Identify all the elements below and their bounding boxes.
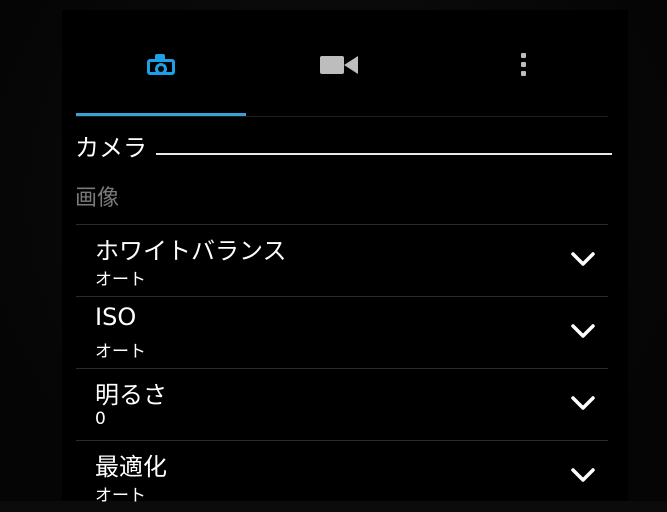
setting-value: 0 [95, 409, 106, 429]
tab-video[interactable] [254, 10, 424, 118]
setting-title: 明るさ [95, 381, 167, 409]
camera-settings-panel: カメラ 画像 ホワイトバランス オート ISO オート 明るさ 0 最適化 オー… [62, 10, 628, 506]
section-title-underline [156, 153, 612, 155]
setting-row-brightness[interactable]: 明るさ 0 [76, 368, 608, 440]
setting-value: オート [95, 486, 146, 506]
setting-row-white-balance[interactable]: ホワイトバランス オート [76, 224, 608, 296]
group-label: 画像 [75, 186, 120, 211]
tab-more[interactable] [438, 10, 608, 118]
setting-title: 最適化 [95, 453, 167, 481]
setting-value: オート [95, 270, 146, 290]
more-vertical-icon [520, 52, 526, 76]
video-icon [320, 54, 358, 74]
camera-icon [147, 53, 175, 75]
section-title: カメラ [75, 134, 147, 162]
chevron-down-icon[interactable] [570, 393, 596, 413]
setting-title: ホワイトバランス [95, 237, 287, 265]
tab-camera[interactable] [76, 10, 246, 118]
setting-value: オート [95, 342, 146, 362]
screen: カメラ 画像 ホワイトバランス オート ISO オート 明るさ 0 最適化 オー… [0, 0, 667, 506]
chevron-down-icon[interactable] [570, 465, 596, 485]
tabs-divider [76, 116, 608, 117]
setting-title: ISO [95, 303, 137, 331]
settings-tabs [76, 10, 608, 122]
chevron-down-icon[interactable] [570, 249, 596, 269]
setting-row-optimization[interactable]: 最適化 オート [76, 440, 608, 512]
chevron-down-icon[interactable] [570, 321, 596, 341]
setting-row-iso[interactable]: ISO オート [76, 296, 608, 368]
